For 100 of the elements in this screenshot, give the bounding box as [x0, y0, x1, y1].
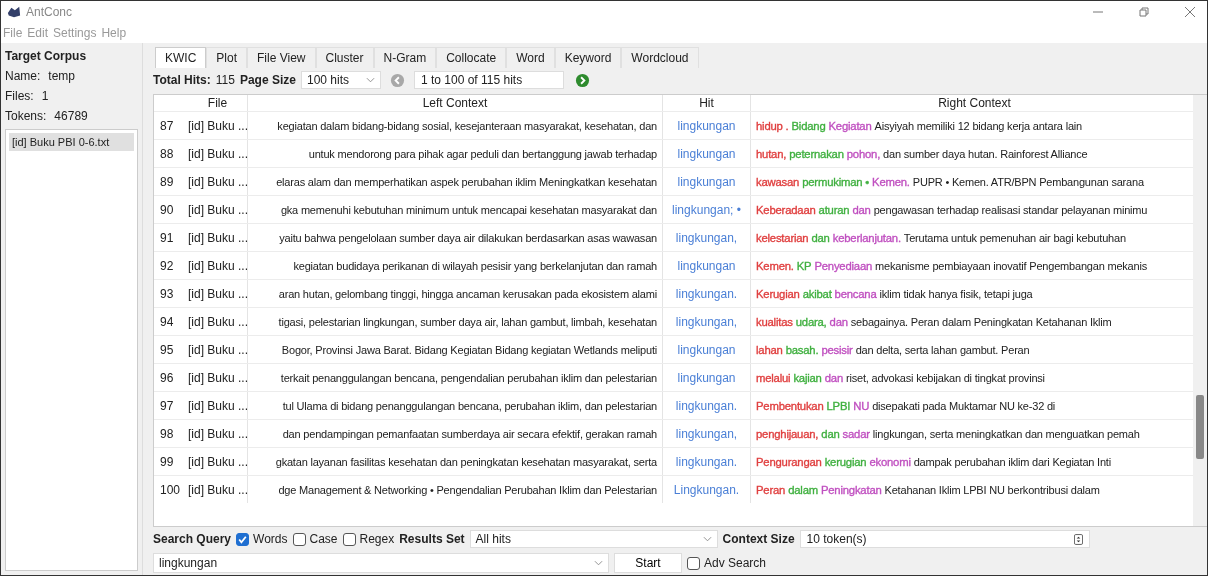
- context-word: kualitas: [756, 315, 793, 328]
- tab[interactable]: Keyword: [554, 47, 622, 68]
- file-cell: [id] Buku ...: [184, 196, 248, 223]
- scrollbar-thumb[interactable]: [1196, 395, 1205, 459]
- right-context-cell: dan sumber daya hutan. Rainforest Alliance: [883, 147, 1088, 160]
- results-set-dropdown[interactable]: All hits: [469, 530, 718, 548]
- context-word: lahan: [756, 343, 783, 356]
- right-context-cell: pengawasan terhadap realisasi standar pelayanan minimu: [873, 203, 1148, 216]
- results-set-label: Results Set: [399, 532, 465, 546]
- context-word: dan: [821, 427, 840, 440]
- checkbox[interactable]: [292, 532, 306, 546]
- context-size-spinbox[interactable]: 10 token(s): [799, 530, 1090, 548]
- page-size-label: Page Size: [239, 73, 296, 87]
- field-label: Name:: [5, 69, 41, 83]
- search-query-label: Search Query: [153, 532, 232, 546]
- row-number: 100: [159, 482, 182, 497]
- checkbox[interactable]: [342, 532, 356, 546]
- context-word: hutan,: [756, 147, 787, 160]
- hit-cell: lingkungan.: [663, 392, 751, 419]
- tab[interactable]: N-Gram: [373, 47, 437, 68]
- file-item[interactable]: [id] Buku PBI 0-6.txt: [9, 133, 134, 151]
- checkbox-label: Case: [309, 532, 338, 546]
- column-header[interactable]: Hit: [663, 95, 751, 111]
- context-word: Pembentukan: [756, 399, 824, 412]
- row-number: 96: [159, 370, 175, 385]
- row-number: 91: [159, 230, 175, 245]
- context-word: Kemen.: [872, 175, 910, 188]
- hit-cell: lingkungan.: [663, 280, 751, 307]
- tab[interactable]: Wordcloud: [621, 47, 699, 68]
- tab[interactable]: Word: [506, 47, 555, 68]
- tab[interactable]: KWIC: [155, 47, 207, 68]
- right-context-cell: dampak perubahan iklim dari Kegiatan Inti: [913, 455, 1111, 468]
- right-context-cell: lingkungan, serta meningkatkan dan menguatkan pemah: [872, 427, 1140, 440]
- tab[interactable]: Collocate: [436, 47, 507, 68]
- context-word: permukiman •: [802, 175, 870, 188]
- right-context-cell: Terutama untuk pemenuhan air bagi kebutuhan: [903, 231, 1126, 244]
- context-word: KP: [796, 259, 812, 272]
- search-query-field[interactable]: lingkungan: [153, 553, 609, 573]
- left-context-cell: yaitu bahwa pengelolaan sumber daya air dilakukan berdasarkan asas wawasan: [279, 231, 657, 244]
- context-word: sadar: [842, 427, 870, 440]
- hit-cell: lingkungan; •: [663, 196, 751, 223]
- total-hits-label: Total Hits:: [153, 73, 211, 87]
- row-number: 89: [159, 174, 175, 189]
- hit-cell: lingkungan: [663, 336, 751, 363]
- context-word: kawasan: [756, 175, 800, 188]
- context-size-label: Context Size: [722, 532, 795, 546]
- context-word: penghijauan,: [756, 427, 819, 440]
- context-word: dan: [852, 203, 871, 216]
- right-context-cell: sebagainya. Peran dalam Peningkatan Ketahanan Iklim: [850, 315, 1112, 328]
- chevron-down-icon: [365, 77, 375, 83]
- context-word: dan: [811, 231, 830, 244]
- left-context-cell: Bogor, Provinsi Jawa Barat. Bidang Kegiatan Bidang kegiatan Wetlands meliputi: [281, 343, 657, 356]
- page-size-dropdown[interactable]: 100 hits: [300, 71, 381, 89]
- context-word: NU: [853, 399, 870, 412]
- page-range-field[interactable]: 1 to 100 of 115 hits: [413, 71, 564, 89]
- context-word: Penyediaan: [814, 259, 873, 272]
- context-word: Bidang: [791, 119, 826, 132]
- chevron-down-icon: [702, 536, 712, 542]
- row-number: 98: [159, 426, 175, 441]
- hit-cell: Lingkungan.: [663, 476, 751, 503]
- next-icon[interactable]: [574, 72, 590, 88]
- context-word: ekonomi: [869, 455, 911, 468]
- hit-cell: lingkungan,: [663, 224, 751, 251]
- tab[interactable]: Plot: [206, 47, 248, 68]
- right-context-cell: Aisyiyah memiliki 12 bidang kerja antara lain: [874, 119, 1082, 132]
- column-header[interactable]: Left Context: [248, 95, 663, 111]
- total-hits-value: 115: [215, 73, 235, 87]
- spinner-icon[interactable]: [1073, 533, 1083, 545]
- row-number: 97: [159, 398, 175, 413]
- chevron-down-icon: [594, 560, 603, 566]
- context-word: udara,: [795, 315, 827, 328]
- checkbox[interactable]: [687, 556, 700, 570]
- right-context-cell: mekanisme pembiayaan inovatif Pengembangan mekanis: [875, 259, 1147, 272]
- hit-cell: lingkungan: [663, 364, 751, 391]
- context-word: Kerugian: [756, 287, 800, 300]
- close-icon[interactable]: [1185, 7, 1195, 17]
- file-cell: [id] Buku ...: [184, 140, 248, 167]
- previous-icon[interactable]: [389, 72, 405, 88]
- hit-cell: lingkungan: [663, 112, 751, 139]
- file-cell: [id] Buku ...: [184, 364, 248, 391]
- hit-cell: lingkungan.: [663, 448, 751, 475]
- context-word: aturan: [818, 203, 850, 216]
- row-number: 88: [159, 146, 175, 161]
- restore-icon[interactable]: [1139, 7, 1149, 17]
- start-button[interactable]: Start: [614, 553, 682, 573]
- file-cell: [id] Buku ...: [184, 252, 248, 279]
- left-context-cell: kegiatan dalam bidang-bidang sosial, kesejanteraan masyarakat, kesehatan, dan: [277, 119, 657, 132]
- left-context-cell: tigasi, pelestarian lingkungan, sumber daya air, lahan gambut, limbah, kesehatan: [278, 315, 657, 328]
- checkbox[interactable]: [236, 532, 250, 546]
- column-header[interactable]: File: [184, 95, 248, 111]
- left-context-cell: tul Ulama di bidang penanggulangan bencana, perubahan iklim, dan pelestarian: [282, 399, 657, 412]
- tab[interactable]: File View: [247, 47, 316, 68]
- context-word: Pengurangan: [756, 455, 822, 468]
- left-context-cell: gkatan layanan fasilitas kesehatan dan peningkatan kesehatan masyarakat, serta: [275, 455, 657, 468]
- context-word: Peran: [756, 483, 786, 496]
- field-value: 46789: [54, 109, 88, 123]
- field-value: 1: [41, 89, 49, 103]
- right-context-cell: dan delta, serta lahan gambut. Peran: [855, 343, 1030, 356]
- context-word: bencana: [834, 287, 877, 300]
- tab[interactable]: Cluster: [315, 47, 374, 68]
